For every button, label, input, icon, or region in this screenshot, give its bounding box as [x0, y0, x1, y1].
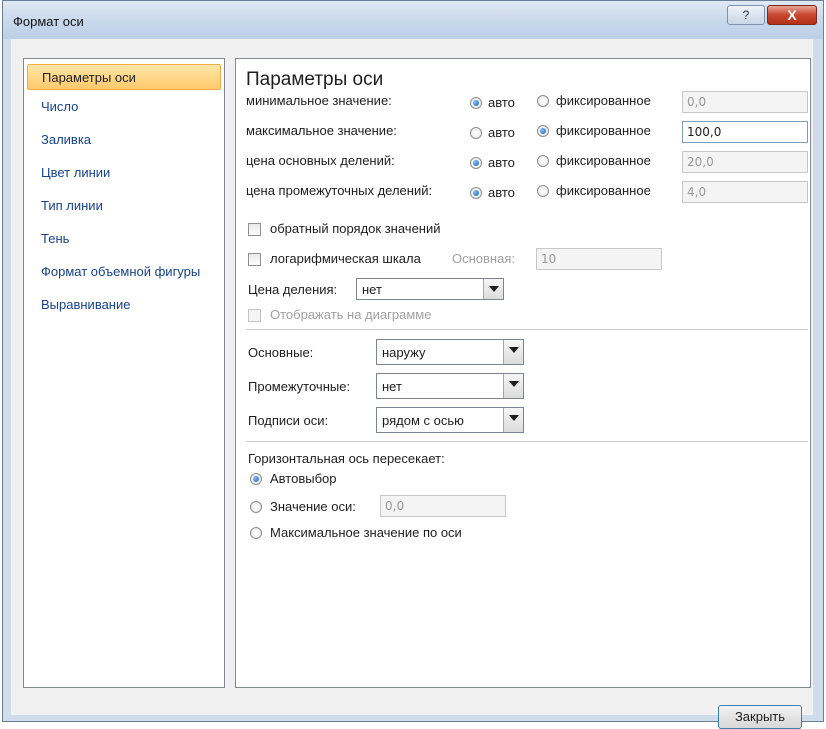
separator: [246, 329, 808, 330]
min-auto-label[interactable]: авто: [488, 95, 515, 110]
window-title: Формат оси: [13, 14, 84, 29]
minor-tick-dropdown[interactable]: нет: [376, 373, 524, 399]
minor-tick-value: нет: [382, 379, 402, 394]
axis-options-panel: Параметры оси минимальное значение: авто…: [235, 58, 811, 688]
panel-heading: Параметры оси: [246, 69, 384, 90]
nav-item-line-color[interactable]: Цвет линии: [27, 160, 221, 186]
display-units-label: Цена деления:: [248, 282, 338, 297]
show-on-chart-label[interactable]: Отображать на диаграмме: [270, 307, 431, 322]
max-value-label: максимальное значение:: [246, 123, 397, 138]
major-auto-label[interactable]: авто: [488, 155, 515, 170]
crosses-max-radio[interactable]: [250, 527, 262, 539]
crosses-max-label[interactable]: Максимальное значение по оси: [270, 525, 462, 540]
major-tick-dropdown[interactable]: наружу: [376, 339, 524, 365]
major-fixed-radio[interactable]: [537, 155, 549, 167]
crosses-auto-radio[interactable]: [250, 473, 262, 485]
min-fixed-label[interactable]: фиксированное: [556, 93, 651, 108]
nav-item-axis-options[interactable]: Параметры оси: [27, 64, 221, 90]
log-scale-label[interactable]: логарифмическая шкала: [270, 251, 421, 266]
log-base-field[interactable]: 10: [536, 248, 662, 270]
max-auto-label[interactable]: авто: [488, 125, 515, 140]
max-fixed-radio[interactable]: [537, 125, 549, 137]
min-auto-radio[interactable]: [470, 97, 482, 109]
minor-fixed-label[interactable]: фиксированное: [556, 183, 651, 198]
log-base-label: Основная:: [452, 251, 515, 266]
max-fixed-label[interactable]: фиксированное: [556, 123, 651, 138]
major-fixed-label[interactable]: фиксированное: [556, 153, 651, 168]
chevron-down-icon[interactable]: [483, 279, 503, 299]
min-value-field[interactable]: 0,0: [682, 91, 808, 113]
minor-auto-radio[interactable]: [470, 187, 482, 199]
format-axis-dialog: Формат оси ? X Параметры оси Число Залив…: [2, 0, 824, 729]
crosses-auto-label[interactable]: Автовыбор: [270, 471, 337, 486]
min-fixed-radio[interactable]: [537, 95, 549, 107]
major-unit-field[interactable]: 20,0: [682, 151, 808, 173]
reverse-order-label[interactable]: обратный порядок значений: [270, 221, 441, 236]
log-scale-checkbox[interactable]: [248, 253, 261, 266]
title-bar[interactable]: Формат оси ? X: [3, 1, 823, 39]
major-tick-value: наружу: [382, 345, 426, 360]
nav-item-shadow[interactable]: Тень: [27, 226, 221, 252]
nav-item-3d-format[interactable]: Формат объемной фигуры: [27, 259, 221, 285]
axis-labels-label: Подписи оси:: [248, 413, 329, 428]
nav-item-fill[interactable]: Заливка: [27, 127, 221, 153]
help-button[interactable]: ?: [727, 5, 765, 25]
chevron-down-icon[interactable]: [503, 408, 523, 432]
nav-item-line-style[interactable]: Тип линии: [27, 193, 221, 219]
reverse-order-checkbox[interactable]: [248, 223, 261, 236]
crosses-value-field[interactable]: 0,0: [380, 495, 506, 517]
crosses-value-label[interactable]: Значение оси:: [270, 499, 356, 514]
minor-unit-label: цена промежуточных делений:: [246, 183, 433, 198]
major-tick-label: Основные:: [248, 345, 314, 360]
crosses-value-radio[interactable]: [250, 501, 262, 513]
category-nav: Параметры оси Число Заливка Цвет линии Т…: [23, 58, 225, 688]
window-close-button[interactable]: X: [767, 5, 817, 25]
major-unit-label: цена основных делений:: [246, 153, 395, 168]
separator: [246, 441, 808, 442]
chevron-down-icon[interactable]: [503, 374, 523, 398]
show-on-chart-checkbox[interactable]: [248, 309, 261, 322]
nav-item-alignment[interactable]: Выравнивание: [27, 292, 221, 318]
minor-auto-label[interactable]: авто: [488, 185, 515, 200]
chevron-down-icon[interactable]: [503, 340, 523, 364]
axis-labels-dropdown[interactable]: рядом с осью: [376, 407, 524, 433]
max-value-field[interactable]: 100,0: [682, 121, 808, 143]
crosses-heading: Горизонтальная ось пересекает:: [248, 451, 445, 466]
dialog-body: Параметры оси Число Заливка Цвет линии Т…: [11, 39, 813, 729]
minor-unit-field[interactable]: 4,0: [682, 181, 808, 203]
minor-fixed-radio[interactable]: [537, 185, 549, 197]
close-button[interactable]: Закрыть: [718, 705, 802, 729]
nav-item-number[interactable]: Число: [27, 94, 221, 120]
major-auto-radio[interactable]: [470, 157, 482, 169]
display-units-value: нет: [362, 282, 382, 297]
max-auto-radio[interactable]: [470, 127, 482, 139]
display-units-dropdown[interactable]: нет: [356, 278, 504, 300]
minor-tick-label: Промежуточные:: [248, 379, 351, 394]
axis-labels-value: рядом с осью: [382, 413, 464, 428]
min-value-label: минимальное значение:: [246, 93, 392, 108]
